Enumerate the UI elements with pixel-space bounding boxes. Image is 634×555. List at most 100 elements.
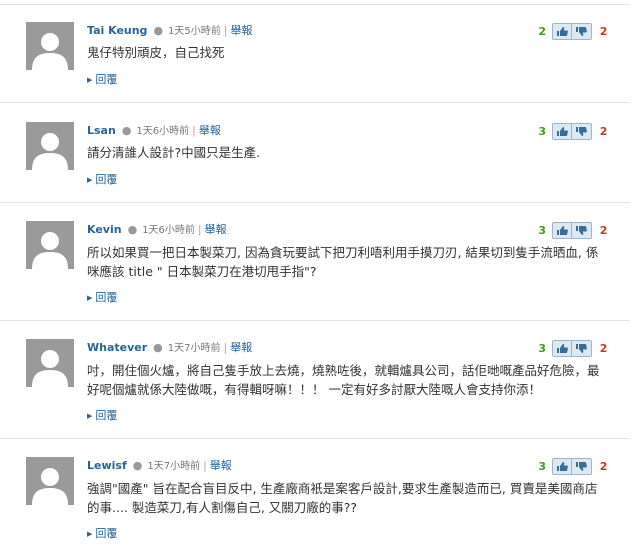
down-vote-count: 2 [599, 459, 608, 473]
up-vote-count: 3 [538, 459, 546, 473]
timestamp: 1天7小時前 [147, 461, 201, 472]
bullet-icon: ● [153, 24, 164, 37]
top-divider [0, 4, 630, 5]
default-user-avatar-icon [32, 232, 68, 269]
vote-down-button[interactable] [572, 341, 590, 356]
thumbs-up-icon [556, 226, 568, 235]
reply-label: 回覆 [95, 409, 118, 422]
comment-divider [0, 202, 630, 203]
reply-link[interactable]: ▶ 回覆 [87, 289, 117, 305]
thumbs-down-icon [575, 226, 587, 235]
bullet-icon: ● [127, 223, 138, 236]
vote-up-button[interactable] [553, 124, 572, 139]
vote-box: 3 2 [536, 458, 610, 475]
meta-separator: | [223, 341, 228, 354]
default-user-avatar-icon [32, 33, 68, 70]
vote-box: 3 2 [536, 123, 610, 140]
author-name[interactable]: Kevin [87, 223, 122, 236]
avatar[interactable] [26, 457, 74, 505]
vote-box: 3 2 [536, 340, 610, 357]
meta-separator: | [203, 459, 207, 472]
reply-label: 回覆 [95, 173, 118, 186]
vote-buttons [551, 458, 592, 475]
comment-meta: Whatever ● 1天7小時前 | 舉報 [87, 339, 252, 355]
default-user-avatar-icon [32, 350, 68, 387]
author-name[interactable]: Tai Keung [87, 24, 147, 37]
reply-link[interactable]: ▶ 回覆 [87, 171, 117, 187]
report-link[interactable]: 舉報 [231, 24, 253, 37]
comment-meta: Lsan ● 1天6小時前 | 舉報 [87, 122, 221, 138]
comment-meta: Tai Keung ● 1天5小時前 | 舉報 [87, 22, 253, 38]
down-vote-count: 2 [599, 124, 608, 138]
avatar[interactable] [26, 339, 74, 387]
vote-up-button[interactable] [553, 24, 572, 39]
comment-meta: Kevin ● 1天6小時前 | 舉報 [87, 221, 227, 237]
vote-down-button[interactable] [572, 459, 590, 474]
vote-box: 3 2 [536, 222, 610, 239]
vote-buttons [551, 222, 592, 239]
vote-down-button[interactable] [572, 124, 590, 139]
timestamp: 1天6小時前 [142, 225, 195, 236]
up-vote-count: 3 [538, 124, 546, 138]
comment-divider [0, 320, 630, 321]
avatar[interactable] [26, 122, 74, 170]
reply-label: 回覆 [95, 73, 118, 86]
report-link[interactable]: 舉報 [210, 459, 232, 472]
report-link[interactable]: 舉報 [230, 341, 252, 354]
reply-link[interactable]: ▶ 回覆 [87, 71, 117, 87]
avatar[interactable] [26, 221, 74, 269]
triangle-right-icon: ▶ [87, 176, 93, 184]
meta-separator: | [223, 24, 228, 37]
thumbs-up-icon [556, 462, 568, 471]
down-vote-count: 2 [599, 24, 608, 38]
reply-label: 回覆 [95, 527, 118, 540]
reply-link[interactable]: ▶ 回覆 [87, 407, 117, 423]
bullet-icon: ● [121, 124, 132, 137]
vote-buttons [551, 123, 592, 140]
comment-meta: Lewisf ● 1天7小時前 | 舉報 [87, 457, 232, 473]
vote-buttons [551, 340, 592, 357]
triangle-right-icon: ▶ [87, 294, 93, 302]
author-name[interactable]: Lsan [87, 124, 116, 137]
meta-separator: | [197, 223, 202, 236]
vote-down-button[interactable] [572, 24, 590, 39]
triangle-right-icon: ▶ [87, 530, 93, 538]
thumbs-up-icon [556, 127, 568, 136]
bullet-icon: ● [153, 341, 163, 354]
author-name[interactable]: Lewisf [87, 459, 127, 472]
comment-text: 鬼仔特別頑皮，自己找死 [87, 45, 225, 60]
timestamp: 1天5小時前 [168, 26, 221, 37]
avatar[interactable] [26, 22, 74, 70]
timestamp: 1天7小時前 [167, 343, 221, 354]
comment-text: 請分清誰人設計?中國只是生產. [87, 145, 261, 160]
default-user-avatar-icon [32, 468, 68, 505]
triangle-right-icon: ▶ [87, 76, 93, 84]
thumbs-up-icon [556, 344, 568, 353]
comment-divider [0, 102, 630, 103]
vote-buttons [551, 23, 592, 40]
default-user-avatar-icon [32, 133, 68, 170]
report-link[interactable]: 舉報 [199, 124, 221, 137]
vote-up-button[interactable] [553, 459, 572, 474]
meta-separator: | [192, 124, 196, 137]
up-vote-count: 3 [538, 223, 546, 237]
down-vote-count: 2 [599, 341, 608, 355]
vote-down-button[interactable] [572, 223, 590, 238]
up-vote-count: 2 [538, 24, 546, 38]
thumbs-down-icon [575, 27, 587, 36]
bullet-icon: ● [132, 459, 143, 472]
reply-link[interactable]: ▶ 回覆 [87, 525, 117, 541]
thumbs-down-icon [575, 344, 587, 353]
thumbs-down-icon [575, 127, 587, 136]
up-vote-count: 3 [538, 341, 546, 355]
vote-up-button[interactable] [553, 341, 572, 356]
vote-up-button[interactable] [553, 223, 572, 238]
author-name[interactable]: Whatever [87, 341, 147, 354]
thumbs-up-icon [556, 27, 568, 36]
report-link[interactable]: 舉報 [205, 223, 227, 236]
timestamp: 1天6小時前 [136, 126, 190, 137]
vote-box: 2 2 [536, 23, 610, 40]
reply-label: 回覆 [95, 291, 118, 304]
comment-text: 所以如果買一把日本製菜刀, 因為貪玩要試下把刀利唔利用手摸刀刃, 結果切到隻手流… [87, 245, 599, 279]
comment-divider [0, 438, 630, 439]
